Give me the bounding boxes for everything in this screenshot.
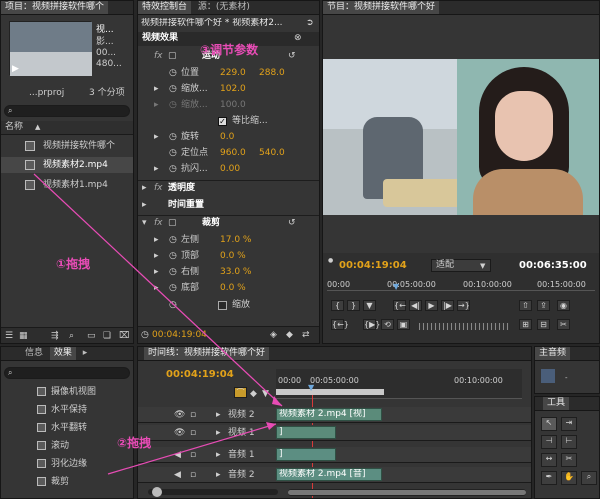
annotation-step-2: ②拖拽 — [117, 436, 152, 450]
annotation-step-1: ①拖拽 — [56, 257, 91, 271]
annotation-arrow-1 — [33, 173, 283, 407]
annotation-arrows — [33, 173, 283, 475]
annotation-step-3: ③调节参数 — [200, 43, 259, 57]
annotation-arrowhead-2 — [266, 422, 276, 430]
